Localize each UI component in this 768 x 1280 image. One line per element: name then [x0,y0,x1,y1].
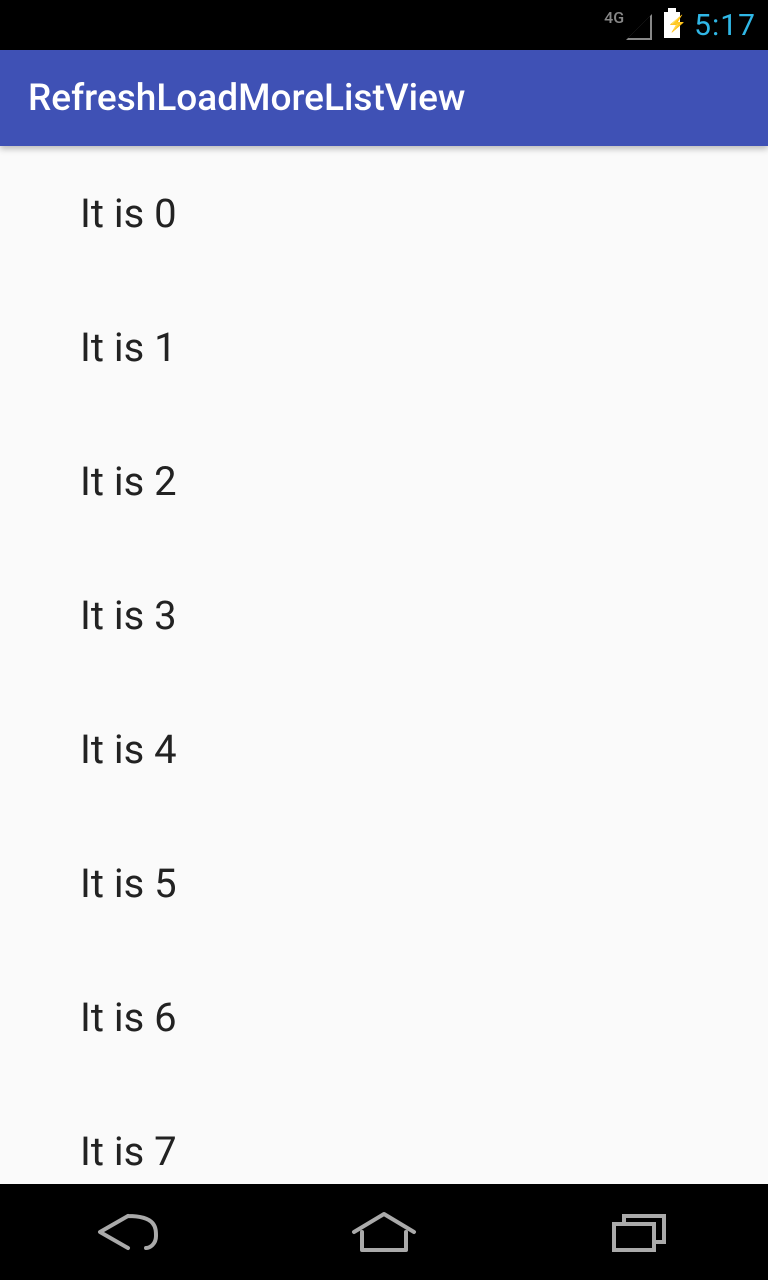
app-title: RefreshLoadMoreListView [28,77,465,120]
recent-apps-button[interactable] [560,1184,720,1280]
home-button[interactable] [304,1184,464,1280]
list-item[interactable]: It is 5 [0,816,768,950]
list-item[interactable]: It is 3 [0,548,768,682]
status-bar: 4G ⚡ 5:17 [0,0,768,50]
list-item[interactable]: It is 4 [0,682,768,816]
home-icon [348,1208,420,1256]
list-item[interactable]: It is 1 [0,280,768,414]
list-item[interactable]: It is 0 [0,146,768,280]
battery-icon: ⚡ [664,12,680,38]
list-item-label: It is 7 [80,1128,177,1175]
signal-group: 4G [604,10,652,40]
list-item-label: It is 3 [80,592,177,639]
list-item[interactable]: It is 7 [0,1084,768,1184]
network-4g-label: 4G [604,10,624,26]
back-icon [88,1208,168,1256]
list-item-label: It is 2 [80,458,177,505]
list-item-label: It is 0 [80,190,177,237]
status-clock: 5:17 [694,8,756,43]
list-item[interactable]: It is 6 [0,950,768,1084]
list-item-label: It is 1 [80,324,177,371]
system-nav-bar [0,1184,768,1280]
list-item[interactable]: It is 2 [0,414,768,548]
list-view[interactable]: It is 0 It is 1 It is 2 It is 3 It is 4 … [0,146,768,1184]
list-item-label: It is 5 [80,860,177,907]
battery-charging-icon: ⚡ [667,16,687,32]
list-item-label: It is 4 [80,726,177,773]
signal-icon [626,14,652,40]
app-action-bar: RefreshLoadMoreListView [0,50,768,146]
list-item-label: It is 6 [80,994,177,1041]
recent-apps-icon [608,1208,672,1256]
back-button[interactable] [48,1184,208,1280]
